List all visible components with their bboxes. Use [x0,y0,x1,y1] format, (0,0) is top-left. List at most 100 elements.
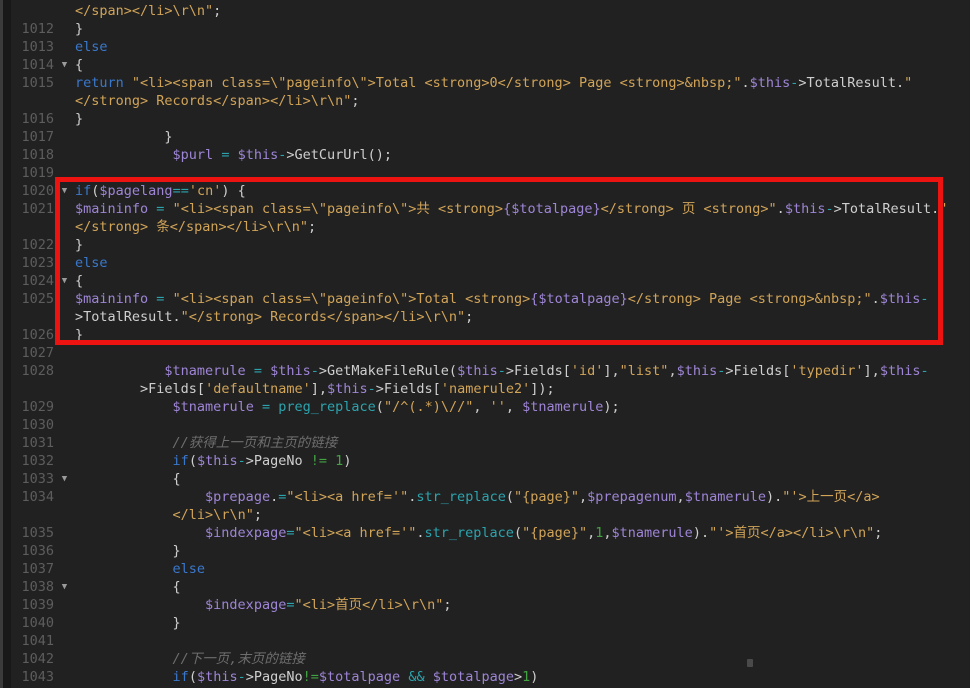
line-number: 1020 [21,183,54,199]
code-text: $indexpage="<li><a href='".str_replace("… [205,525,883,541]
fold-arrow-icon[interactable]: ▼ [54,578,75,596]
code-text: { [75,57,84,73]
code-line[interactable]: 1039 $indexpage="<li>首页</li>\r\n"; [11,596,970,614]
code-text: $tnamerule = preg_replace("/^(.*)\//", '… [172,399,620,415]
line-number: 1015 [21,75,54,91]
code-text: if($this->PageNo != 1) [172,453,352,469]
code-line[interactable]: 1037 else [11,560,970,578]
line-number: 1042 [21,651,54,667]
line-number: 1037 [21,561,54,577]
line-number [11,506,54,524]
code-text: } [172,543,181,559]
line-number [11,92,54,110]
fold-arrow-icon[interactable]: ▼ [54,470,75,488]
code-line[interactable]: 1041 [11,632,970,650]
code-text: return "<li><span class=\"pageinfo\">Tot… [75,75,913,91]
code-text: $indexpage="<li>首页</li>\r\n"; [205,597,452,613]
line-number: 1034 [21,489,54,505]
code-line[interactable]: 1043 if($this->PageNo!=$totalpage && $to… [11,668,970,686]
line-number: 1023 [21,255,54,271]
code-line[interactable]: 1028 $tnamerule = $this->GetMakeFileRule… [11,362,970,380]
line-number [11,2,54,20]
code-text: $prepage.="<li><a href='".str_replace("{… [205,489,880,505]
code-line[interactable]: 1029 $tnamerule = preg_replace("/^(.*)\/… [11,398,970,416]
code-line[interactable]: 1035 $indexpage="<li><a href='".str_repl… [11,524,970,542]
code-line[interactable]: 1031 //获得上一页和主页的链接 [11,434,970,452]
code-line[interactable]: </li>\r\n"; [11,506,970,524]
code-text: //获得上一页和主页的链接 [172,435,338,451]
line-number: 1027 [21,345,54,361]
line-number: 1019 [21,165,54,181]
line-number: 1016 [21,111,54,127]
line-number [11,218,54,236]
code-line[interactable]: 1030 [11,416,970,434]
line-number: 1039 [21,597,54,613]
code-line[interactable]: 1014 ▼{ [11,56,970,74]
line-number: 1031 [21,435,54,451]
code-line[interactable]: 1017 } [11,128,970,146]
line-number: 1036 [21,543,54,559]
code-line[interactable]: >Fields['defaultname'],$this->Fields['na… [11,380,970,398]
code-text: </span></li>\r\n"; [75,3,222,19]
line-number: 1028 [21,363,54,379]
line-number: 1043 [21,669,54,685]
code-line[interactable]: 1027 [11,344,970,362]
code-line[interactable]: 1034 $prepage.="<li><a href='".str_repla… [11,488,970,506]
line-number: 1038 [21,579,54,595]
code-line[interactable]: 1036 } [11,542,970,560]
code-line[interactable]: </strong> Records</span></li>\r\n"; [11,92,970,110]
code-text: } [172,615,181,631]
line-number [11,308,54,326]
line-number: 1030 [21,417,54,433]
code-text: else [75,39,108,55]
code-text: </strong> Records</span></li>\r\n"; [75,93,360,109]
code-text: //下一页,末页的链接 [172,651,305,667]
line-number: 1024 [21,273,54,289]
code-text: $tnamerule = $this->GetMakeFileRule($thi… [164,363,929,379]
code-text: if($this->PageNo!=$totalpage && $totalpa… [172,669,539,685]
fold-arrow-icon[interactable]: ▼ [54,56,75,74]
code-line[interactable]: 1042 //下一页,末页的链接 [11,650,970,668]
line-number: 1022 [21,237,54,253]
code-line[interactable]: 1033 ▼ { [11,470,970,488]
editor-left-edge [0,0,11,688]
code-line[interactable]: 1032 if($this->PageNo != 1) [11,452,970,470]
line-number: 1025 [21,291,54,307]
line-number: 1032 [21,453,54,469]
code-line[interactable]: 1015 return "<li><span class=\"pageinfo\"… [11,74,970,92]
code-line[interactable]: </span></li>\r\n"; [11,2,970,20]
code-text: $purl = $this->GetCurUrl(); [172,147,393,163]
code-line[interactable]: 1013 else [11,38,970,56]
mouse-cursor [747,659,753,667]
line-number: 1017 [21,129,54,145]
code-text: >Fields['defaultname'],$this->Fields['na… [140,381,555,397]
code-line[interactable]: 1018 $purl = $this->GetCurUrl(); [11,146,970,164]
code-line[interactable]: 1016} [11,110,970,128]
code-line[interactable]: 1040 } [11,614,970,632]
annotation-red-box [55,177,943,345]
code-area[interactable]: </span></li>\r\n"; 1012} 1013 else 1014 ▼{101… [11,2,970,688]
editor-window: </span></li>\r\n"; 1012} 1013 else 1014 ▼{101… [0,0,970,688]
code-line[interactable]: 1038 ▼ { [11,578,970,596]
code-line[interactable]: 1012} [11,20,970,38]
